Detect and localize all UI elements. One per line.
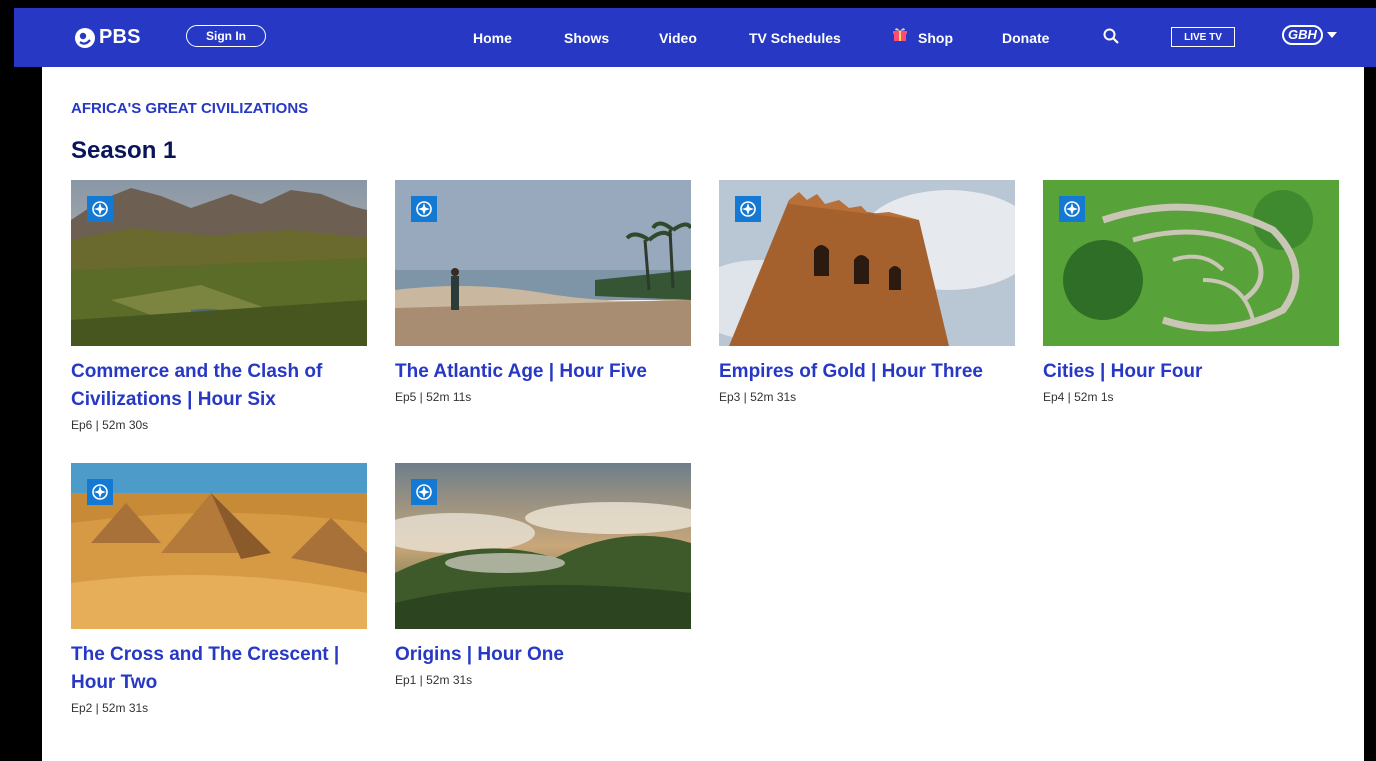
episode-meta: Ep6 | 52m 30s xyxy=(71,418,149,432)
nav-video[interactable]: Video xyxy=(659,30,697,46)
episode-title[interactable]: Origins | Hour One xyxy=(395,641,685,669)
episode-card[interactable]: Commerce and the Clash of Civilizations … xyxy=(71,180,367,432)
pbs-logo-icon xyxy=(74,27,96,49)
nav-donate[interactable]: Donate xyxy=(1002,30,1049,46)
pbs-logo[interactable]: PBS xyxy=(74,26,141,49)
nav-shows[interactable]: Shows xyxy=(564,30,609,46)
station-logo: GBH xyxy=(1282,25,1323,45)
passport-icon xyxy=(87,479,113,505)
sign-in-button[interactable]: Sign In xyxy=(186,25,266,47)
gift-icon xyxy=(892,26,908,42)
episode-card[interactable]: Origins | Hour One Ep1 | 52m 31s xyxy=(395,463,691,687)
episode-card[interactable]: The Atlantic Age | Hour Five Ep5 | 52m 1… xyxy=(395,180,691,404)
chevron-down-icon xyxy=(1326,32,1337,38)
passport-icon xyxy=(1059,196,1085,222)
episode-meta: Ep2 | 52m 31s xyxy=(71,701,149,715)
episode-card[interactable]: Empires of Gold | Hour Three Ep3 | 52m 3… xyxy=(719,180,1015,404)
episode-title[interactable]: Commerce and the Clash of Civilizations … xyxy=(71,358,361,414)
episode-meta: Ep5 | 52m 11s xyxy=(395,390,472,404)
passport-icon xyxy=(87,196,113,222)
nav-home[interactable]: Home xyxy=(473,30,512,46)
episode-thumbnail[interactable] xyxy=(71,180,367,346)
window-frame xyxy=(0,0,1376,8)
episode-thumbnail[interactable] xyxy=(719,180,1015,346)
episode-card[interactable]: The Cross and The Crescent | Hour Two Ep… xyxy=(71,463,367,715)
episode-thumbnail[interactable] xyxy=(71,463,367,629)
episode-title[interactable]: The Cross and The Crescent | Hour Two xyxy=(71,641,361,697)
series-title-link[interactable]: AFRICA'S GREAT CIVILIZATIONS xyxy=(71,100,308,117)
episode-title[interactable]: The Atlantic Age | Hour Five xyxy=(395,358,685,386)
episode-meta: Ep3 | 52m 31s xyxy=(719,390,797,404)
nav-shop[interactable]: Shop xyxy=(918,30,953,46)
station-selector[interactable]: GBH xyxy=(1282,25,1337,45)
passport-icon xyxy=(411,196,437,222)
passport-icon xyxy=(411,479,437,505)
episode-thumbnail[interactable] xyxy=(1043,180,1339,346)
search-icon[interactable] xyxy=(1102,27,1120,45)
nav-tv-schedules[interactable]: TV Schedules xyxy=(749,30,841,46)
live-tv-button[interactable]: LIVE TV xyxy=(1171,27,1235,47)
episode-thumbnail[interactable] xyxy=(395,463,691,629)
episode-card[interactable]: Cities | Hour Four Ep4 | 52m 1s xyxy=(1043,180,1339,404)
season-heading: Season 1 xyxy=(71,137,177,164)
top-navigation-bar: PBS Sign In Home Shows Video TV Schedule… xyxy=(14,8,1376,67)
episode-title[interactable]: Empires of Gold | Hour Three xyxy=(719,358,1009,386)
main-content: AFRICA'S GREAT CIVILIZATIONS Season 1 Co… xyxy=(42,67,1364,761)
episode-thumbnail[interactable] xyxy=(395,180,691,346)
episode-meta: Ep1 | 52m 31s xyxy=(395,673,473,687)
episode-title[interactable]: Cities | Hour Four xyxy=(1043,358,1333,386)
passport-icon xyxy=(735,196,761,222)
logo-text: PBS xyxy=(99,26,141,48)
episode-meta: Ep4 | 52m 1s xyxy=(1043,390,1114,404)
